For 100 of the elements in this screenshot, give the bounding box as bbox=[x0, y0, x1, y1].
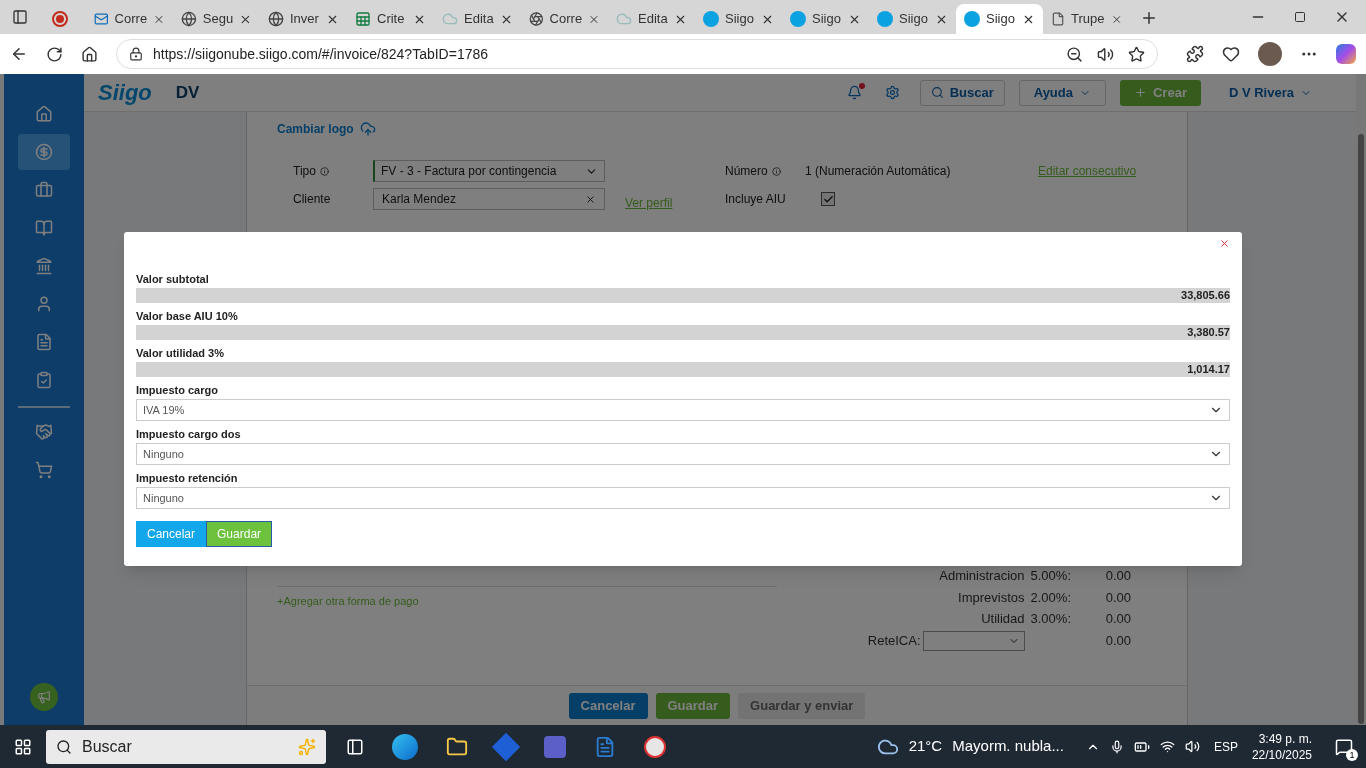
globe-icon bbox=[181, 11, 197, 27]
book-icon bbox=[35, 219, 53, 237]
zoom-out-icon[interactable] bbox=[1066, 45, 1083, 63]
total-value: 0.00 bbox=[1104, 610, 1132, 628]
browser-tab[interactable]: Siigo bbox=[782, 4, 869, 34]
total-value: 0.00 bbox=[1104, 631, 1132, 650]
home-icon bbox=[35, 105, 53, 123]
type-select[interactable]: FV - 3 - Factura por contingencia bbox=[373, 160, 605, 182]
field-label: Valor base AIU 10% bbox=[136, 309, 239, 323]
browser-tab[interactable]: Edita bbox=[434, 4, 521, 34]
favorite-icon[interactable] bbox=[1128, 45, 1145, 63]
browser-tab[interactable]: Crite bbox=[347, 4, 434, 34]
browser-tab[interactable]: Siigo bbox=[869, 4, 956, 34]
announcements-button[interactable] bbox=[30, 683, 58, 711]
start-icon[interactable] bbox=[14, 737, 32, 756]
clipboard-icon bbox=[35, 371, 53, 389]
browser-tab[interactable]: Corre bbox=[521, 4, 608, 34]
mic-icon[interactable] bbox=[1109, 739, 1124, 754]
briefcase-icon bbox=[35, 181, 53, 199]
forecast: Mayorm. nubla... bbox=[952, 736, 1064, 757]
total-label: Utilidad bbox=[980, 610, 1025, 628]
app-icon[interactable] bbox=[644, 735, 666, 758]
volume-icon[interactable] bbox=[1184, 739, 1200, 754]
temperature: 21°C bbox=[908, 736, 943, 757]
number-value: 1 (Numeración Automática) bbox=[805, 163, 952, 180]
browser-tab[interactable]: Inver bbox=[260, 4, 347, 34]
field-label: Número bbox=[725, 163, 768, 180]
field-label: Impuesto cargo dos bbox=[136, 427, 242, 441]
browser-tab[interactable]: Corre bbox=[86, 4, 173, 34]
sidebar-toggle-icon[interactable] bbox=[12, 9, 28, 25]
new-tab-icon[interactable] bbox=[1140, 9, 1158, 27]
notification-count: 1 bbox=[1346, 748, 1358, 761]
message-icon bbox=[1335, 737, 1353, 756]
bank-icon bbox=[35, 257, 53, 275]
home-icon[interactable] bbox=[81, 45, 98, 63]
user-icon bbox=[35, 295, 53, 313]
company-name: DV bbox=[175, 81, 200, 104]
lock-icon bbox=[129, 47, 143, 61]
siigo-icon bbox=[964, 11, 980, 27]
select-field[interactable]: Ninguno bbox=[136, 487, 1230, 509]
siigo-icon bbox=[703, 11, 719, 27]
total-value: 0.00 bbox=[1104, 567, 1132, 585]
address-field[interactable]: https://siigonube.siigo.com/#/invoice/824?TabID=1786 bbox=[116, 39, 1158, 69]
maximize-icon[interactable] bbox=[1294, 11, 1306, 23]
field-label: Valor utilidad 3% bbox=[136, 346, 226, 360]
megaphone-icon bbox=[37, 690, 51, 704]
page-icon bbox=[1051, 11, 1066, 27]
total-label: ReteICA: bbox=[867, 631, 921, 650]
cloud-upload-icon bbox=[359, 121, 376, 137]
select-field[interactable]: Ninguno bbox=[136, 443, 1230, 465]
cloud-icon bbox=[616, 11, 632, 27]
back-icon[interactable] bbox=[10, 45, 28, 63]
search-icon bbox=[56, 738, 72, 755]
client-field[interactable]: Karla Mendez bbox=[373, 188, 605, 210]
mail-icon bbox=[94, 11, 109, 27]
check-icon bbox=[822, 193, 834, 205]
total-rate: 3.00%: bbox=[1030, 610, 1071, 628]
notification-button[interactable]: 1 bbox=[1332, 734, 1356, 759]
readonly-field: 3,380.57 bbox=[136, 325, 1230, 340]
browser-tab[interactable]: Trupe bbox=[1043, 4, 1130, 34]
task-view-icon[interactable] bbox=[346, 737, 364, 756]
reload-icon[interactable] bbox=[46, 45, 63, 63]
siigo-icon bbox=[790, 11, 806, 27]
teams-icon[interactable] bbox=[544, 735, 566, 758]
clear-icon[interactable] bbox=[585, 193, 596, 205]
browser-tab[interactable]: Siigo bbox=[695, 4, 782, 34]
extensions-icon[interactable] bbox=[1186, 45, 1204, 63]
total-label: Administracion bbox=[938, 567, 1025, 585]
dollar-icon bbox=[35, 143, 53, 161]
info-icon bbox=[771, 166, 781, 176]
plus-icon bbox=[1134, 86, 1147, 99]
browser-tab[interactable]: Segu bbox=[173, 4, 260, 34]
browser-tab[interactable]: Edita bbox=[608, 4, 695, 34]
cloud-icon bbox=[442, 11, 458, 27]
avatar[interactable] bbox=[1258, 42, 1282, 66]
folder-icon[interactable] bbox=[446, 735, 468, 758]
select-field[interactable]: IVA 19% bbox=[136, 399, 1230, 421]
field-label: Impuesto retención bbox=[136, 471, 239, 485]
total-rate: 2.00%: bbox=[1030, 588, 1071, 607]
clock[interactable]: 3:49 p. m. 22/10/2025 bbox=[1251, 730, 1312, 763]
copilot-icon[interactable] bbox=[1336, 44, 1356, 64]
field-label: Valor subtotal bbox=[136, 272, 210, 286]
favorites-icon[interactable] bbox=[1222, 45, 1240, 63]
document-icon bbox=[35, 333, 53, 351]
aiu-checkbox[interactable] bbox=[821, 192, 835, 206]
browser-icon[interactable] bbox=[392, 733, 418, 760]
word-icon[interactable] bbox=[594, 735, 616, 758]
spreadsheet-icon bbox=[355, 11, 371, 27]
info-icon bbox=[319, 166, 329, 176]
field-label: Impuesto cargo bbox=[136, 383, 219, 397]
language[interactable]: ESP bbox=[1213, 737, 1238, 756]
read-aloud-icon[interactable] bbox=[1097, 45, 1114, 63]
total-value: 0.00 bbox=[1104, 588, 1132, 607]
wifi-icon[interactable] bbox=[1159, 739, 1175, 754]
siigo-icon bbox=[877, 11, 893, 27]
taskbar-search[interactable]: Buscar bbox=[46, 729, 326, 764]
record-icon bbox=[52, 11, 68, 27]
browser-tab[interactable]: Siigo bbox=[956, 4, 1043, 34]
field-label: Tipo bbox=[293, 163, 316, 180]
settings-icon[interactable] bbox=[884, 85, 900, 100]
